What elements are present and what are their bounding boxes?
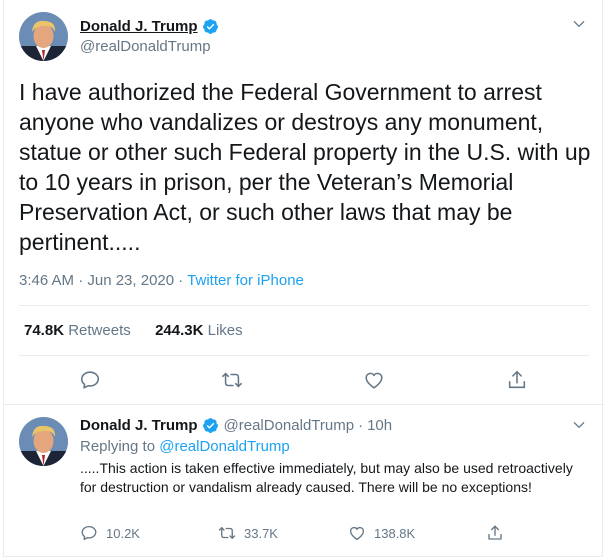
verified-badge-icon [202, 417, 219, 434]
chevron-down-icon [573, 422, 585, 428]
author-handle[interactable]: @realDonaldTrump [80, 38, 211, 55]
heart-icon [365, 372, 383, 389]
likes-count: 244.3K [155, 322, 204, 339]
share-icon [508, 370, 526, 389]
reply-author-row: Donald J. Trump @realDonaldTrump · 10h [80, 417, 392, 434]
reply-button[interactable] [78, 368, 102, 392]
author-handle[interactable]: @realDonaldTrump [224, 417, 355, 434]
tweet-source-link[interactable]: Twitter for iPhone [187, 272, 304, 289]
profile-photo-icon [19, 12, 68, 61]
divider [19, 355, 589, 356]
tweet-thread-frame: Donald J. Trump @realDonaldTrump I have … [3, 0, 604, 557]
replying-to-label: Replying to [80, 438, 156, 455]
chevron-down-icon [573, 21, 585, 27]
like-button[interactable] [362, 368, 386, 392]
retweet-icon [222, 372, 242, 388]
meta-separator: · [174, 272, 188, 289]
replying-to-mention[interactable]: @realDonaldTrump [159, 438, 290, 455]
avatar[interactable] [19, 417, 68, 466]
like-button[interactable]: 138.8K [348, 524, 415, 542]
author-name[interactable]: Donald J. Trump [80, 417, 198, 434]
tweet-menu-button[interactable] [569, 415, 589, 435]
share-icon [488, 525, 502, 540]
retweet-count: 33.7K [244, 525, 278, 541]
retweet-button[interactable]: 33.7K [218, 524, 278, 542]
tweet-timestamp[interactable]: 3:46 AM · Jun 23, 2020 [19, 272, 174, 289]
reply-tweet[interactable]: Donald J. Trump @realDonaldTrump · 10h R… [4, 405, 604, 557]
retweets-label: Retweets [68, 322, 131, 339]
retweet-icon [218, 527, 236, 539]
like-count: 138.8K [374, 525, 416, 541]
replying-to: Replying to @realDonaldTrump [80, 438, 290, 455]
comment-icon [80, 371, 100, 389]
share-button[interactable] [505, 368, 529, 392]
retweets-count: 74.8K [24, 322, 65, 339]
main-tweet: Donald J. Trump @realDonaldTrump I have … [4, 0, 604, 404]
reply-button[interactable]: 10.2K [80, 524, 140, 542]
likes-stat[interactable]: 244.3K Likes [155, 322, 243, 339]
retweets-stat[interactable]: 74.8K Retweets [24, 322, 131, 339]
tweet-menu-button[interactable] [569, 14, 589, 34]
author-row: Donald J. Trump [80, 18, 219, 35]
reply-count: 10.2K [106, 525, 140, 541]
tweet-text: .....This action is taken effective imme… [80, 460, 573, 495]
avatar[interactable] [19, 12, 68, 61]
author-handle-row: @realDonaldTrump [80, 38, 211, 55]
likes-label: Likes [207, 322, 243, 339]
heart-icon [349, 526, 365, 541]
comment-icon [81, 525, 97, 541]
retweet-button[interactable] [220, 368, 244, 392]
tweet-stats: 74.8K Retweets 244.3K Likes [24, 322, 243, 339]
profile-photo-icon [19, 417, 68, 466]
share-button[interactable] [486, 524, 504, 542]
tweet-time[interactable]: 10h [367, 417, 392, 434]
author-name[interactable]: Donald J. Trump [80, 18, 198, 35]
tweet-meta: 3:46 AM · Jun 23, 2020 · Twitter for iPh… [19, 272, 304, 289]
meta-separator: · [358, 417, 364, 434]
tweet-text: I have authorized the Federal Government… [19, 79, 591, 255]
verified-badge-icon [202, 18, 219, 35]
divider [19, 305, 589, 306]
